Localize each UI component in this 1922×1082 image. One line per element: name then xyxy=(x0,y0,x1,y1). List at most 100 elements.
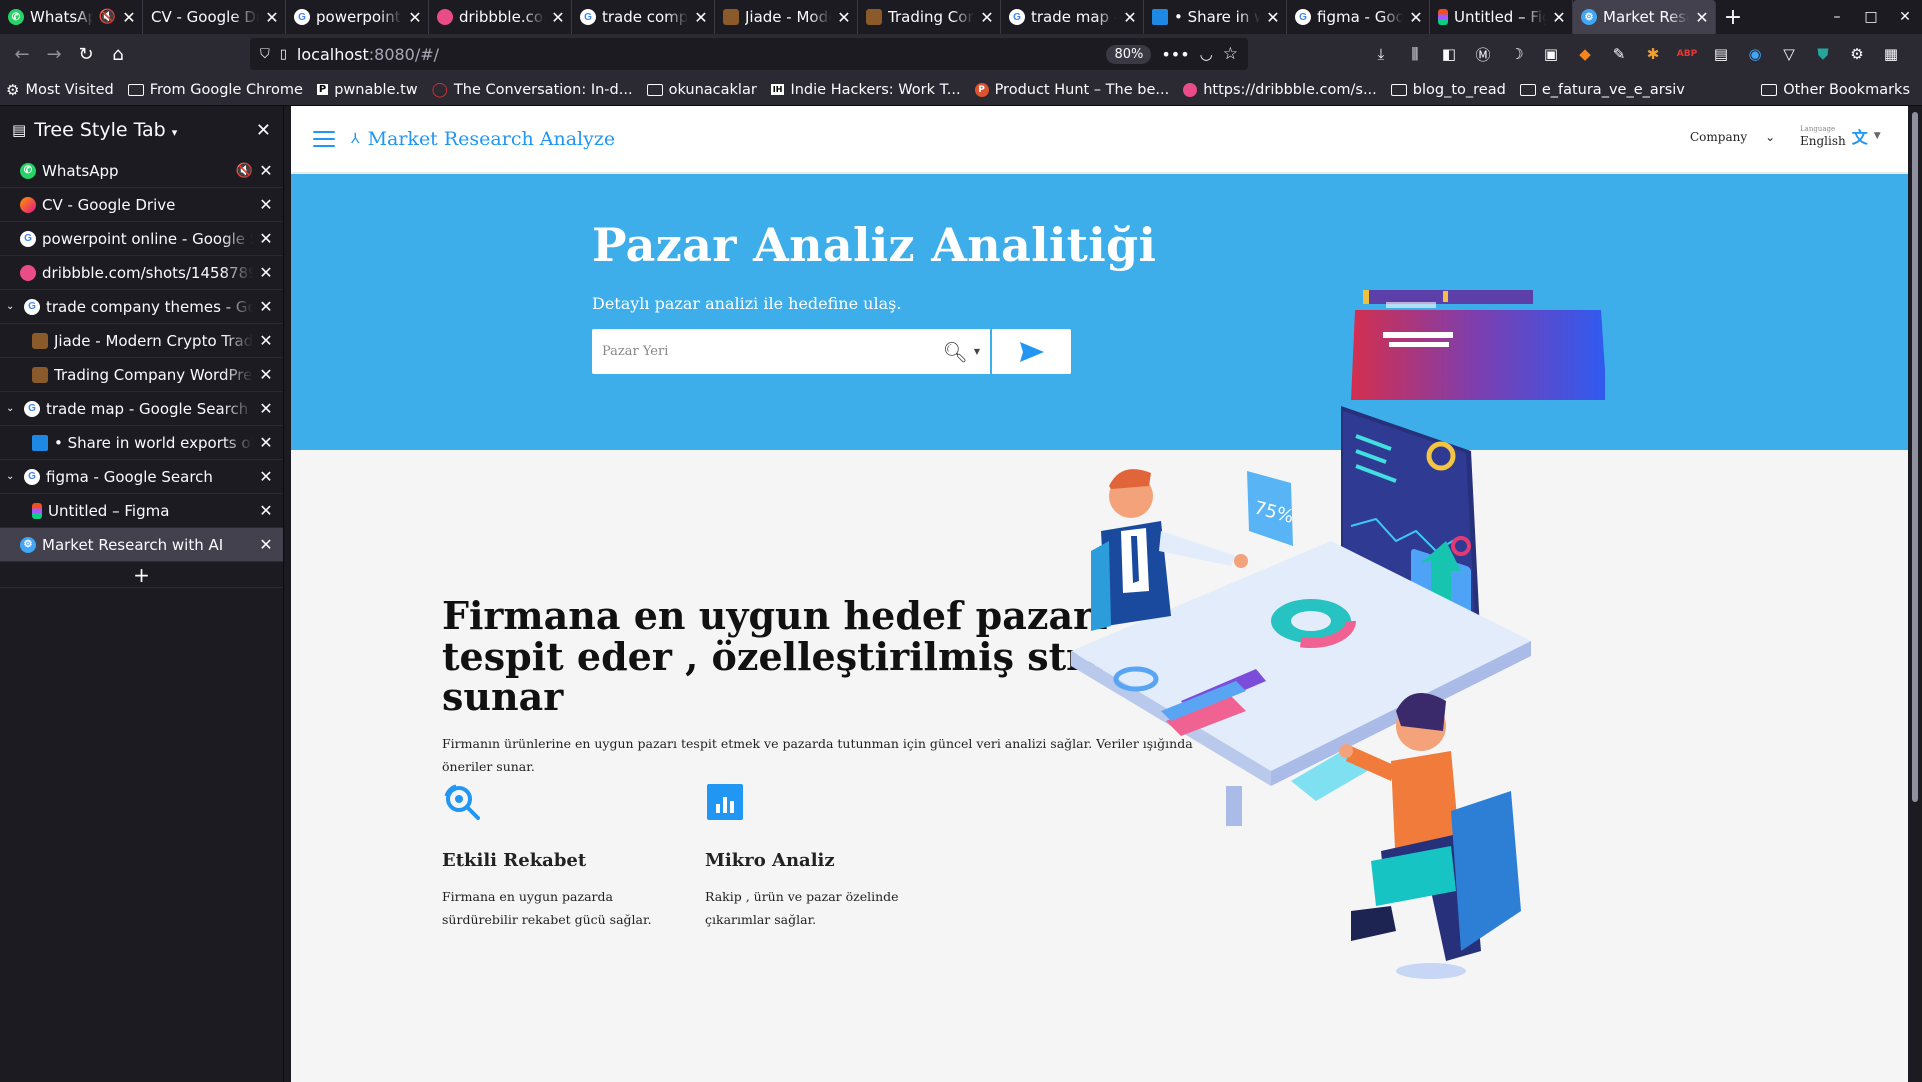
browser-tab-trade-company[interactable]: G trade company themes ✕ xyxy=(572,0,715,34)
close-tab-icon[interactable]: ✕ xyxy=(259,263,273,282)
extension-m-icon[interactable]: Ⓜ xyxy=(1467,38,1499,70)
twisty-expanded-icon[interactable]: ⌄ xyxy=(6,301,18,312)
download-icon[interactable]: ⤓ xyxy=(1365,38,1397,70)
browser-tab-trading-company[interactable]: Trading Company ✕ xyxy=(858,0,1001,34)
close-tab-icon[interactable]: ✕ xyxy=(259,433,273,452)
close-tab-icon[interactable]: ✕ xyxy=(259,535,273,554)
reload-icon[interactable]: ↻ xyxy=(70,38,102,70)
pocket-icon[interactable]: ◡ xyxy=(1200,45,1213,63)
back-icon[interactable]: ← xyxy=(6,38,38,70)
browser-tab-whatsapp[interactable]: ✆ WhatsApp 🔇 ✕ xyxy=(0,0,143,34)
browser-tab-cv[interactable]: CV - Google Drive ✕ xyxy=(143,0,286,34)
browser-tab-trade-map[interactable]: G trade map - Google ✕ xyxy=(1001,0,1144,34)
close-tab-icon[interactable]: ✕ xyxy=(259,331,273,350)
close-tab-icon[interactable]: ✕ xyxy=(1695,8,1709,27)
close-tab-icon[interactable]: ✕ xyxy=(122,8,136,27)
close-tab-icon[interactable]: ✕ xyxy=(259,501,273,520)
extension-v-icon[interactable]: ▽ xyxy=(1773,38,1805,70)
zoom-indicator[interactable]: 80% xyxy=(1106,44,1152,64)
close-tab-icon[interactable]: ✕ xyxy=(1266,8,1280,27)
browser-tab-powerpoint[interactable]: G powerpoint online - Google Search ✕ xyxy=(286,0,429,34)
market-search-input[interactable]: Pazar Yeri 🔍︎ ▼ xyxy=(592,329,990,374)
caret-down-icon[interactable]: ▼ xyxy=(974,347,980,356)
maximize-icon[interactable]: □ xyxy=(1854,0,1888,34)
bookmark-dribbble[interactable]: https://dribbble.com/s... xyxy=(1183,82,1377,98)
new-tab-button[interactable]: + xyxy=(0,562,283,588)
new-tab-button[interactable]: + xyxy=(1716,0,1750,34)
mute-icon[interactable]: 🔇 xyxy=(236,163,253,179)
browser-tab-figma[interactable]: Untitled – Figma ✕ xyxy=(1430,0,1573,34)
extension-globe-icon[interactable]: ◉ xyxy=(1739,38,1771,70)
close-tab-icon[interactable]: ✕ xyxy=(259,467,273,486)
close-tab-icon[interactable]: ✕ xyxy=(259,195,273,214)
extension-orange-icon[interactable]: ✱ xyxy=(1637,38,1669,70)
send-button[interactable] xyxy=(992,329,1071,374)
bookmark-okunacaklar[interactable]: okunacaklar xyxy=(646,82,757,98)
tree-tab-item[interactable]: dribbble.com/shots/14587898-Tr ✕ xyxy=(0,256,283,290)
forward-icon[interactable]: → xyxy=(38,38,70,70)
close-tab-icon[interactable]: ✕ xyxy=(837,8,851,27)
close-tab-icon[interactable]: ✕ xyxy=(259,297,273,316)
bookmark-e-fatura[interactable]: e_fatura_ve_e_arsiv xyxy=(1519,82,1685,98)
tree-tab-item[interactable]: Untitled – Figma ✕ xyxy=(0,494,283,528)
close-tab-icon[interactable]: ✕ xyxy=(408,8,422,27)
tree-tab-item[interactable]: Trading Company WordPress Theme ✕ xyxy=(0,358,283,392)
close-tab-icon[interactable]: ✕ xyxy=(259,365,273,384)
scrollbar-thumb[interactable] xyxy=(1912,112,1918,802)
twisty-expanded-icon[interactable]: ⌄ xyxy=(6,471,18,482)
bookmark-conversation[interactable]: ◯ The Conversation: In-d... xyxy=(432,82,633,98)
hamburger-menu-icon[interactable] xyxy=(313,131,335,147)
sidebar-title[interactable]: Tree Style Tab ▾ xyxy=(34,119,248,141)
company-dropdown[interactable]: Company ⌄ xyxy=(1690,130,1775,144)
tree-tab-item[interactable]: ⌄ G trade map - Google Search ✕ xyxy=(0,392,283,426)
close-tab-icon[interactable]: ✕ xyxy=(694,8,708,27)
adblock-icon[interactable]: ABP xyxy=(1671,38,1703,70)
close-tab-icon[interactable]: ✕ xyxy=(1123,8,1137,27)
tree-tab-item[interactable]: G powerpoint online - Google Search ✕ xyxy=(0,222,283,256)
tree-tab-item[interactable]: Jiade - Modern Crypto Trading ✕ xyxy=(0,324,283,358)
bookmark-pwnable[interactable]: P pwnable.tw xyxy=(316,82,418,98)
brand[interactable]: ⅄ Market Research Analyze xyxy=(351,128,615,150)
page-scrollbar[interactable] xyxy=(1908,106,1922,1082)
bookmark-product-hunt[interactable]: P Product Hunt – The be... xyxy=(974,82,1169,98)
metamask-icon[interactable]: ◆ xyxy=(1569,38,1601,70)
browser-tab-share-exports[interactable]: • Share in world ✕ xyxy=(1144,0,1287,34)
bookmark-indie-hackers[interactable]: IH Indie Hackers: Work T... xyxy=(770,82,961,98)
bookmark-most-visited[interactable]: ⚙ Most Visited xyxy=(6,81,114,99)
url-bar[interactable]: ⛉ ▯ localhost:8080/#/ 80% ••• ◡ ☆ xyxy=(250,38,1248,70)
extension-doc-icon[interactable]: ▤ xyxy=(1705,38,1737,70)
close-tab-icon[interactable]: ✕ xyxy=(980,8,994,27)
close-tab-icon[interactable]: ✕ xyxy=(259,399,273,418)
sidebar-icon[interactable]: ◧ xyxy=(1433,38,1465,70)
tree-tab-item-active[interactable]: ⚙ Market Research with AI ✕ xyxy=(0,528,283,562)
extension-leaf-icon[interactable]: ☽ xyxy=(1501,38,1533,70)
close-tab-icon[interactable]: ✕ xyxy=(551,8,565,27)
extension-shield-icon[interactable]: ⛊ xyxy=(1807,38,1839,70)
search-icon[interactable]: 🔍︎ xyxy=(942,340,967,364)
extension-box-icon[interactable]: ▣ xyxy=(1535,38,1567,70)
close-sidebar-icon[interactable]: ✕ xyxy=(256,120,271,141)
twisty-expanded-icon[interactable]: ⌄ xyxy=(6,403,18,414)
close-tab-icon[interactable]: ✕ xyxy=(259,161,273,180)
shield-icon[interactable]: ⛉ xyxy=(260,47,270,62)
bookmark-from-chrome[interactable]: From Google Chrome xyxy=(127,82,303,98)
tree-tab-item[interactable]: CV - Google Drive ✕ xyxy=(0,188,283,222)
minimize-icon[interactable]: – xyxy=(1820,0,1854,34)
extension-gear-icon[interactable]: ⚙ xyxy=(1841,38,1873,70)
browser-tab-dribbble[interactable]: dribbble.com/shots ✕ xyxy=(429,0,572,34)
close-tab-icon[interactable]: ✕ xyxy=(259,229,273,248)
language-selector[interactable]: Language English 文 ▼ xyxy=(1800,124,1881,148)
close-tab-icon[interactable]: ✕ xyxy=(1409,8,1423,27)
bookmark-blog-to-read[interactable]: blog_to_read xyxy=(1390,82,1506,98)
tree-tab-item[interactable]: ⌄ G figma - Google Search ✕ xyxy=(0,460,283,494)
bookmark-other[interactable]: Other Bookmarks xyxy=(1761,82,1910,98)
extension-pen-icon[interactable]: ✎ xyxy=(1603,38,1635,70)
page-actions-icon[interactable]: ••• xyxy=(1161,45,1189,64)
browser-tab-figma-search[interactable]: G figma - Google ✕ xyxy=(1287,0,1430,34)
close-tab-icon[interactable]: ✕ xyxy=(1552,8,1566,27)
home-icon[interactable]: ⌂ xyxy=(102,38,134,70)
extension-card-icon[interactable]: ▦ xyxy=(1875,38,1907,70)
tree-tab-item[interactable]: ⌄ G trade company themes - Google Search… xyxy=(0,290,283,324)
library-icon[interactable]: ⫼ xyxy=(1399,38,1431,70)
browser-tab-jiade[interactable]: Jiade - Modern Crypto ✕ xyxy=(715,0,858,34)
